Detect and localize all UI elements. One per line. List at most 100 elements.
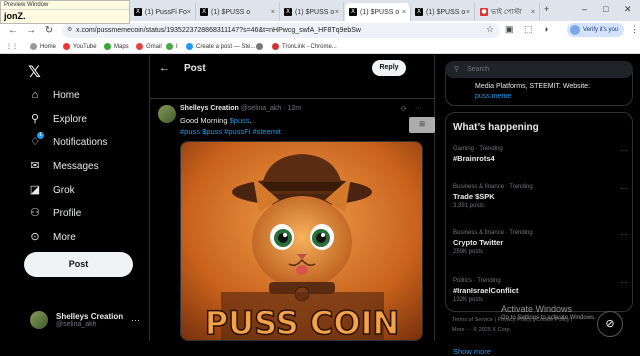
browser-tab[interactable]: X (1) $PUSS o ×	[196, 3, 280, 21]
tweet-author[interactable]: Shelleys Creation @selina_akh · 12m	[180, 105, 301, 112]
sidebar-item-label: Home	[53, 89, 80, 101]
browser-tab-active[interactable]: X (1) $PUSS o ×	[345, 3, 411, 21]
activate-title: Activate Windows	[501, 304, 573, 314]
trends-title: What’s happening	[453, 122, 539, 133]
bookmark-label: YouTube	[73, 43, 97, 50]
trend-item[interactable]: Politics · Trending #IranIsraelConflict …	[453, 278, 628, 303]
bookmark-gmail[interactable]: Gmail	[136, 43, 162, 50]
sidebar-item-profile[interactable]: ⚇ Profile	[28, 206, 81, 220]
back-arrow-icon[interactable]: ←	[159, 62, 170, 74]
x-logo-icon: X	[349, 8, 357, 16]
page-title: Post	[184, 63, 206, 74]
bookmark-tronlink[interactable]: TronLink - Chrome...	[272, 43, 337, 50]
bookmark-youtube[interactable]: YouTube	[63, 43, 97, 50]
bookmark-label: Home	[40, 43, 57, 50]
search-placeholder: Search	[467, 66, 490, 73]
x-logo-icon: X	[415, 8, 423, 16]
tweet-text: Good Morning $puss. #puss $puss #pussFi …	[180, 115, 420, 137]
bio-text-line: Media Platforms, STEEMIT. Website:	[475, 83, 591, 90]
tweet-author-handle: @selina_akh	[240, 105, 282, 112]
bio-website-link[interactable]: puss.meme	[475, 93, 511, 100]
sidebar-item-label: Grok	[53, 184, 75, 196]
sidebar-item-grok[interactable]: ◪ Grok	[28, 183, 75, 197]
grok-floating-button[interactable]: ⊘	[597, 311, 623, 337]
sidebar-item-explore[interactable]: ⚲ Explore	[28, 112, 87, 126]
browser-tab[interactable]: X (1) PussFi Fo ×	[130, 3, 196, 21]
close-icon[interactable]: ×	[187, 9, 191, 16]
trend-name: Crypto Twitter	[453, 238, 504, 247]
floating-capture-icon[interactable]: ⊞	[409, 117, 435, 133]
extension-icon[interactable]: ▣	[505, 24, 514, 35]
trend-item[interactable]: Gaming · Trending #Brainrots4 ···	[453, 146, 628, 163]
browser-tab[interactable]: ● ভাই পোস্টা ×	[476, 3, 540, 21]
trend-item[interactable]: Business & finance · Trending Trade $SPK…	[453, 184, 628, 209]
close-icon[interactable]: ×	[271, 9, 275, 16]
browser-tab[interactable]: X (1) $PUSS o ×	[411, 3, 475, 21]
extension-icon[interactable]: ◑	[543, 24, 548, 34]
reply-button[interactable]: Reply	[372, 60, 406, 76]
sidebar-item-more[interactable]: ⊙ More	[28, 230, 76, 244]
sidebar-item-home[interactable]: ⌂ Home	[28, 88, 80, 102]
maximize-icon[interactable]: □	[603, 4, 608, 14]
avatar[interactable]	[158, 105, 176, 123]
minimize-icon[interactable]: –	[582, 4, 587, 14]
bookmark-maps[interactable]: Maps	[104, 43, 129, 50]
forward-arrow-icon[interactable]: →	[26, 25, 36, 36]
main-column: ← Post Reply Shelleys Creation @selina_a…	[149, 55, 436, 341]
tab-favicon-icon: ●	[480, 8, 488, 16]
preview-window[interactable]: Preview Window jonZ.	[0, 0, 130, 24]
new-tab-icon[interactable]: +	[544, 4, 549, 14]
reload-icon[interactable]: ↻	[44, 25, 54, 36]
bookmark-item[interactable]: I	[166, 43, 178, 50]
url-text: x.com/pussmemecoin/status/19352237288683…	[76, 27, 361, 34]
search-input[interactable]: ⚲ Search	[445, 61, 633, 78]
verify-button[interactable]: Verify it's you	[567, 23, 625, 37]
footer-line[interactable]: More ··· © 2025 X Corp.	[452, 325, 572, 335]
bookmark-create-post[interactable]: Create a post — Ste...	[186, 43, 255, 50]
post-button[interactable]: Post	[24, 252, 133, 277]
main-header: ← Post Reply	[150, 55, 436, 85]
star-icon[interactable]: ☆	[486, 24, 494, 35]
tab-label: (1) PussFi Fo	[144, 8, 187, 16]
back-arrow-icon[interactable]: ←	[8, 25, 18, 36]
trend-name: Trade $SPK	[453, 192, 495, 201]
sidebar-item-label: More	[53, 231, 76, 243]
browser-tab[interactable]: X (1) $PUSS o ×	[280, 3, 344, 21]
site-info-icon[interactable]: ⚙	[67, 23, 72, 38]
close-icon[interactable]: ×	[466, 9, 470, 16]
trend-item[interactable]: Business & finance · Trending Crypto Twi…	[453, 230, 628, 255]
sidebar-item-notifications[interactable]: ♢ 1 Notifications	[28, 132, 107, 149]
trend-count: 132K posts	[453, 297, 484, 303]
show-more-link[interactable]: Show more	[453, 347, 491, 356]
account-name: Shelleys Creation	[56, 312, 124, 321]
more-horizontal-icon[interactable]: ···	[620, 278, 628, 287]
close-icon[interactable]: ×	[531, 9, 535, 16]
more-horizontal-icon[interactable]: ···	[620, 230, 628, 239]
more-horizontal-icon[interactable]: ···	[415, 105, 422, 112]
close-icon[interactable]: ×	[402, 9, 406, 16]
more-horizontal-icon[interactable]: ···	[131, 315, 140, 325]
grok-icon[interactable]: ⟳	[401, 105, 407, 113]
more-horizontal-icon[interactable]: ···	[620, 146, 628, 155]
x-logo-icon[interactable]: 𝕏	[28, 62, 41, 81]
hashtag-links[interactable]: #puss $puss #pussFi #steemit	[180, 127, 281, 136]
bookmark-home[interactable]: Home	[30, 43, 56, 50]
menu-kebab-icon[interactable]: ⋮	[630, 24, 639, 35]
trend-count: 3,391 posts	[453, 203, 485, 209]
cashtag-link[interactable]: $puss	[230, 116, 250, 125]
tweet[interactable]: Shelleys Creation @selina_akh · 12m ⟳ ··…	[150, 98, 436, 341]
close-window-icon[interactable]: ✕	[624, 4, 632, 15]
grok-icon: ◪	[29, 184, 41, 196]
home-icon	[30, 43, 37, 50]
url-bar[interactable]: ⚙ x.com/pussmemecoin/status/1935223728868…	[62, 23, 500, 38]
sidebar-item-messages[interactable]: ✉ Messages	[28, 159, 98, 173]
more-horizontal-icon[interactable]: ···	[620, 184, 628, 193]
account-switcher[interactable]: Shelleys Creation @selina_akh	[30, 311, 123, 329]
extension-icon[interactable]: ⬚	[524, 24, 533, 35]
trend-name: #Brainrots4	[453, 154, 495, 163]
gmail-icon	[136, 43, 143, 50]
tweet-image[interactable]: PUSS COIN	[180, 141, 423, 341]
close-icon[interactable]: ×	[335, 9, 339, 16]
bookmark-item[interactable]	[256, 43, 266, 50]
bookmarks-apps-icon[interactable]: ⋮⋮	[6, 43, 18, 50]
